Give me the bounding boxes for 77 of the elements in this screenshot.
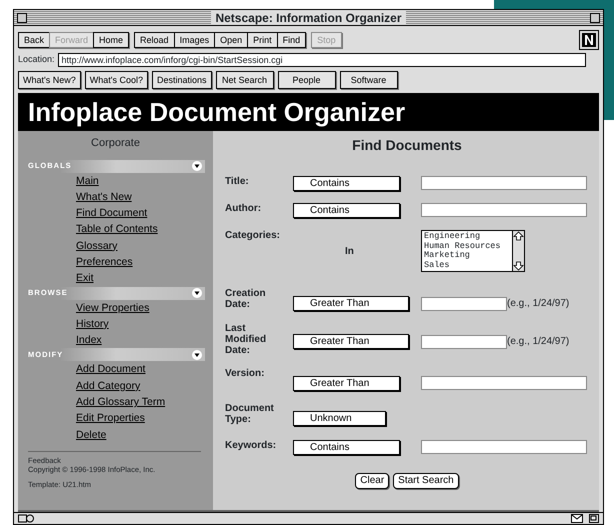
sidebar-link[interactable]: Index bbox=[18, 332, 213, 348]
toolbar-button[interactable]: Print bbox=[247, 32, 278, 48]
sidebar-link[interactable]: Edit Properties bbox=[18, 410, 213, 427]
sidebar-link[interactable]: View Properties bbox=[18, 300, 213, 316]
operator-dropdown[interactable]: Unknown bbox=[293, 411, 386, 426]
field-label: Keywords: bbox=[225, 440, 278, 451]
list-option[interactable]: Sales bbox=[424, 260, 510, 270]
toolbar-button[interactable]: Open bbox=[214, 32, 248, 48]
sidebar-link[interactable]: Add Category bbox=[18, 378, 213, 394]
format-hint: (e.g., 1/24/97) bbox=[507, 335, 570, 349]
list-option[interactable]: Marketing bbox=[424, 251, 510, 260]
sidebar-link[interactable]: Glossary bbox=[18, 238, 213, 254]
collapse-toggle-icon[interactable] bbox=[192, 161, 202, 171]
form-button[interactable]: Clear bbox=[355, 473, 390, 489]
collapse-toggle-icon[interactable] bbox=[192, 350, 202, 360]
directory-button[interactable]: Software bbox=[340, 71, 398, 89]
collapse-toggle-icon[interactable] bbox=[192, 288, 202, 298]
operator-dropdown[interactable]: Contains bbox=[293, 176, 400, 191]
list-option[interactable]: Engineering bbox=[424, 232, 510, 242]
directory-button[interactable]: People bbox=[278, 71, 336, 89]
sidebar-link[interactable]: Table of Contents bbox=[18, 221, 213, 238]
directory-button[interactable]: What's Cool? bbox=[84, 71, 148, 89]
field-label: Last Modified Date: bbox=[225, 323, 268, 356]
browser-logo-icon bbox=[579, 30, 599, 50]
operator-dropdown[interactable]: Greater Than bbox=[293, 296, 409, 311]
operator-dropdown[interactable]: Greater Than bbox=[293, 376, 400, 391]
scroll-down-icon[interactable] bbox=[513, 261, 524, 271]
sidebar-link[interactable]: History bbox=[18, 316, 213, 332]
scroll-up-icon[interactable] bbox=[513, 231, 524, 241]
sidebar-link[interactable]: Find Document bbox=[18, 205, 213, 222]
scroll-bar[interactable] bbox=[512, 231, 524, 271]
category-listbox[interactable]: Engineering Human Resources Marketing Sales bbox=[421, 230, 525, 272]
toolbar-button[interactable]: Images bbox=[174, 32, 216, 48]
sidebar-link[interactable]: Preferences bbox=[18, 254, 213, 270]
field-label: Version: bbox=[225, 368, 266, 379]
location-label: Location: bbox=[18, 53, 55, 66]
sidebar-link[interactable]: What's New bbox=[18, 188, 213, 206]
sidebar-link[interactable]: Main bbox=[18, 172, 213, 189]
list-option[interactable]: Human Resources bbox=[424, 242, 510, 251]
zoom-box[interactable] bbox=[590, 12, 600, 22]
text-field[interactable] bbox=[421, 176, 587, 190]
sidebar-link[interactable]: Add Glossary Term bbox=[18, 394, 213, 410]
format-hint: (e.g., 1/24/97) bbox=[507, 297, 570, 311]
sidebar-title: Corporate bbox=[90, 136, 141, 151]
banner-title: Infoplace Document Organizer bbox=[18, 93, 599, 131]
operator-dropdown[interactable]: Contains bbox=[293, 203, 400, 218]
field-label: Categories: bbox=[225, 230, 282, 241]
toolbar-button[interactable]: Reload bbox=[134, 32, 175, 48]
location-field[interactable]: http://www.infoplace.com/inforg/cgi-bin/StartSession.cgi bbox=[58, 53, 586, 67]
operator-dropdown[interactable]: Contains bbox=[293, 440, 400, 455]
form-title: Find Documents bbox=[351, 136, 463, 155]
sidebar-link[interactable]: Delete bbox=[18, 426, 213, 443]
date-field[interactable] bbox=[421, 334, 507, 348]
sidebar-link[interactable]: Add Document bbox=[18, 361, 213, 378]
field-label: Document Type: bbox=[225, 403, 275, 425]
text-field[interactable] bbox=[421, 376, 587, 390]
text-field[interactable] bbox=[421, 440, 587, 454]
toolbar-button[interactable]: Back bbox=[18, 32, 50, 48]
window-title: Netscape: Information Organizer bbox=[211, 10, 406, 24]
field-label: Title: bbox=[225, 176, 250, 187]
operator-dropdown[interactable]: Greater Than bbox=[293, 334, 409, 349]
directory-button[interactable]: Destinations bbox=[152, 71, 212, 89]
close-box[interactable] bbox=[17, 12, 27, 22]
directory-button[interactable]: What's New? bbox=[18, 71, 81, 89]
mail-icon[interactable] bbox=[571, 514, 583, 523]
sidebar-link[interactable]: Exit bbox=[18, 270, 213, 287]
window-icon[interactable] bbox=[589, 514, 599, 523]
text-field[interactable] bbox=[421, 203, 587, 217]
field-label: Creation Date: bbox=[225, 288, 267, 310]
toolbar-button[interactable]: Home bbox=[93, 32, 130, 48]
security-icon[interactable] bbox=[18, 514, 34, 523]
toolbar-button[interactable]: Find bbox=[276, 32, 306, 48]
directory-button[interactable]: Net Search bbox=[216, 71, 274, 89]
operator-label: In bbox=[345, 246, 355, 257]
form-button[interactable]: Start Search bbox=[393, 473, 459, 489]
field-label: Author: bbox=[225, 203, 262, 214]
date-field[interactable] bbox=[421, 296, 507, 310]
